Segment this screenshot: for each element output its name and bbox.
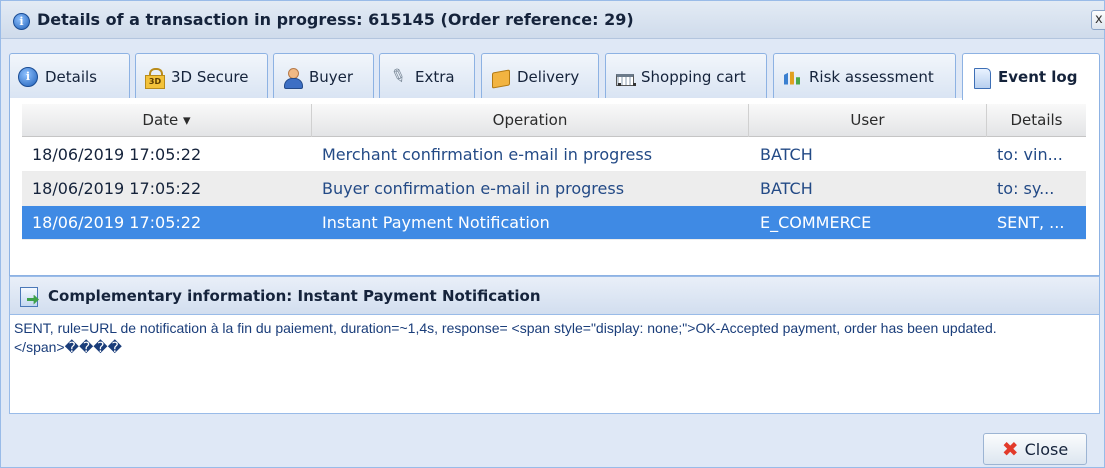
document-arrow-icon xyxy=(18,285,40,307)
window-close-button[interactable]: x xyxy=(1091,10,1105,30)
log-icon xyxy=(971,67,991,89)
box-icon xyxy=(490,67,510,87)
close-icon: ✖ xyxy=(1001,437,1019,461)
cell-user: BATCH xyxy=(760,179,813,198)
complementary-info-panel: Complementary information: Instant Payme… xyxy=(9,276,1100,414)
tab-buyer[interactable]: Buyer xyxy=(273,53,374,99)
cell-date: 18/06/2019 17:05:22 xyxy=(32,145,202,164)
tab-event-log[interactable]: Event log xyxy=(962,53,1100,100)
cell-operation: Buyer confirmation e-mail in progress xyxy=(322,179,625,198)
cell-operation: Instant Payment Notification xyxy=(322,213,550,232)
title-bar[interactable]: i Details of a transaction in progress: … xyxy=(1,1,1105,39)
cell-date: 18/06/2019 17:05:22 xyxy=(32,179,202,198)
complementary-info-header: Complementary information: Instant Payme… xyxy=(10,277,1099,315)
complementary-info-title: Complementary information: Instant Payme… xyxy=(48,286,541,305)
tab-details[interactable]: i Details xyxy=(9,53,130,99)
event-log-grid: Date ▾ Operation User Details 18/06/2019… xyxy=(9,98,1100,276)
column-header-details[interactable]: Details xyxy=(987,104,1086,137)
cart-icon xyxy=(614,67,636,87)
table-row[interactable]: 18/06/2019 17:05:22 Buyer confirmation e… xyxy=(22,172,1086,206)
info-icon: i xyxy=(18,66,38,87)
tab-label: Delivery xyxy=(517,67,580,86)
complementary-info-text: SENT, rule=URL de notification à la fin … xyxy=(14,320,997,355)
tab-delivery[interactable]: Delivery xyxy=(481,53,599,99)
window-title: Details of a transaction in progress: 61… xyxy=(37,10,634,29)
tab-shopping-cart[interactable]: Shopping cart xyxy=(605,53,767,99)
tab-label: Details xyxy=(45,67,98,86)
close-button[interactable]: ✖ Close xyxy=(983,433,1087,465)
cell-user: E_COMMERCE xyxy=(760,213,872,232)
column-header-date[interactable]: Date ▾ xyxy=(22,104,312,137)
table-row-selected[interactable]: 18/06/2019 17:05:22 Instant Payment Noti… xyxy=(22,206,1086,240)
tab-extra[interactable]: ✎ Extra xyxy=(379,53,475,99)
grid-header: Date ▾ Operation User Details xyxy=(22,104,1086,137)
cell-details: to: sy... xyxy=(997,179,1055,198)
cell-operation: Merchant confirmation e-mail in progress xyxy=(322,145,653,164)
column-header-operation[interactable]: Operation xyxy=(312,104,749,137)
user-icon xyxy=(282,67,303,89)
cell-details: to: vin... xyxy=(997,145,1063,164)
tab-strip: i Details 3D Secure Buyer ✎ Extra Delive… xyxy=(9,53,1100,100)
tab-label: Extra xyxy=(415,67,455,86)
tab-3d-secure[interactable]: 3D Secure xyxy=(135,53,268,99)
tab-risk-assessment[interactable]: Risk assessment xyxy=(773,53,956,99)
column-header-user[interactable]: User xyxy=(749,104,987,137)
chart-icon xyxy=(782,67,802,87)
info-icon: i xyxy=(13,13,30,30)
transaction-details-window: i Details of a transaction in progress: … xyxy=(0,0,1105,468)
tab-label: 3D Secure xyxy=(171,67,249,86)
cell-details: SENT, ... xyxy=(997,213,1065,232)
tab-label: Event log xyxy=(998,68,1078,86)
tab-label: Shopping cart xyxy=(641,67,746,86)
tab-label: Risk assessment xyxy=(809,67,934,86)
close-button-label: Close xyxy=(1024,439,1069,459)
paperclip-icon: ✎ xyxy=(387,63,409,89)
table-row[interactable]: 18/06/2019 17:05:22 Merchant confirmatio… xyxy=(22,138,1086,172)
lock-icon xyxy=(144,67,165,89)
cell-user: BATCH xyxy=(760,145,813,164)
cell-date: 18/06/2019 17:05:22 xyxy=(32,213,202,232)
tab-label: Buyer xyxy=(309,67,354,86)
